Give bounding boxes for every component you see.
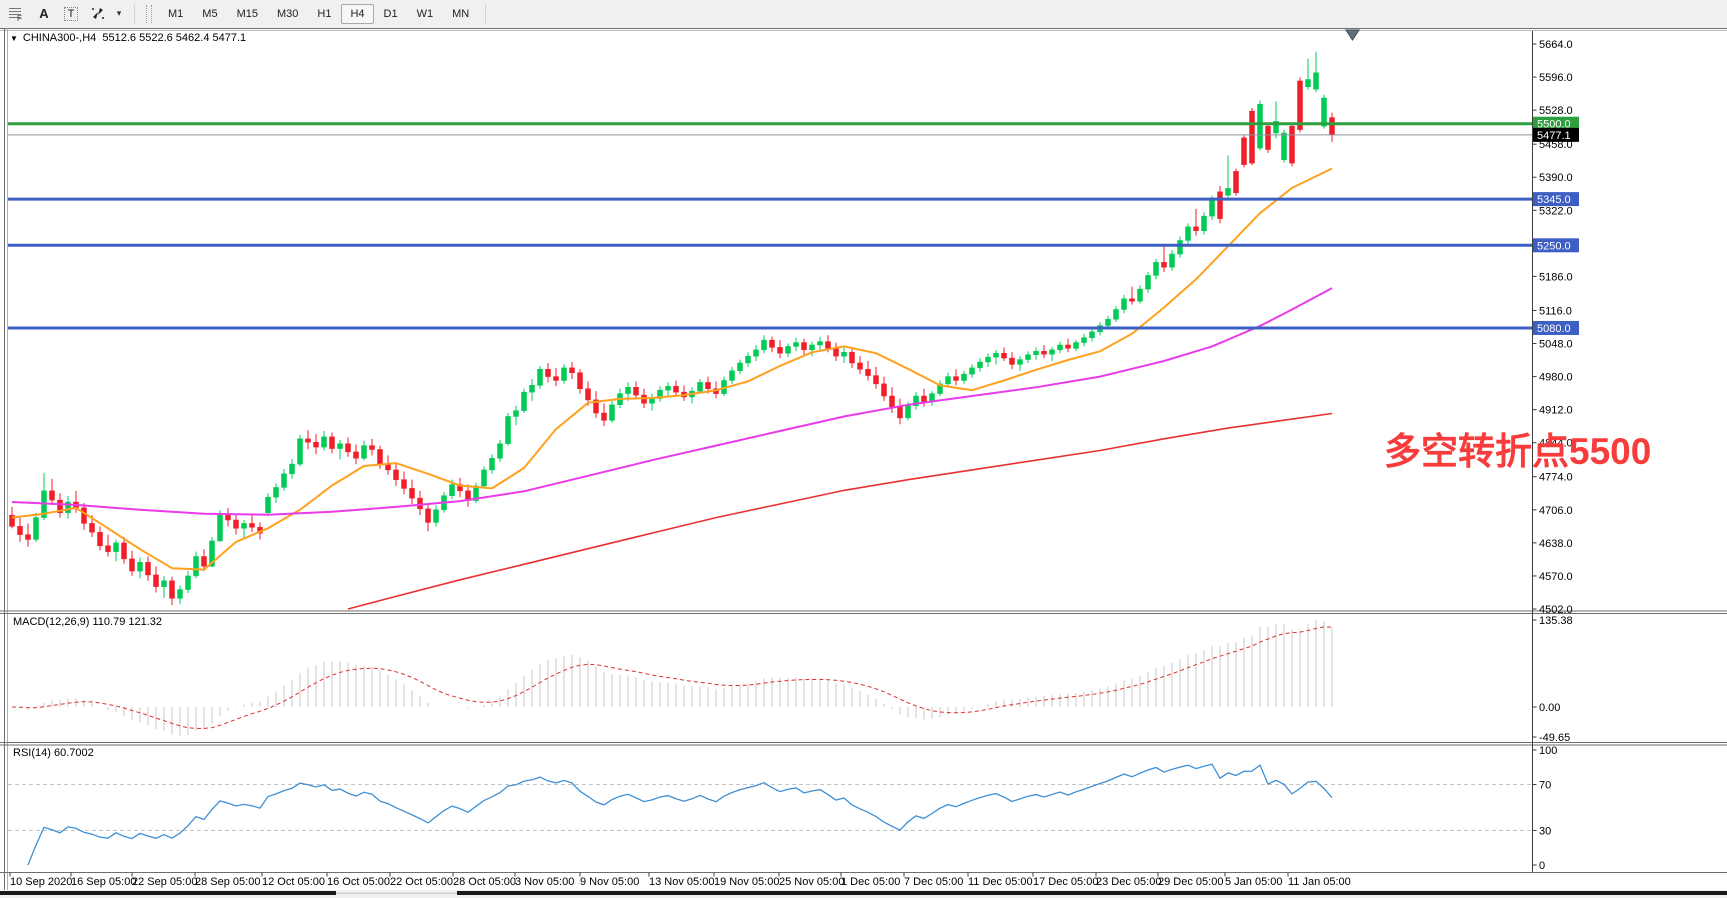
price-tick-label: 4706.0: [1539, 505, 1573, 517]
arrow-objects-dropdown[interactable]: ▾: [113, 2, 127, 25]
timeframe-m30[interactable]: M30: [268, 4, 307, 24]
timeframe-h4[interactable]: H4: [341, 4, 373, 24]
timeframe-d1[interactable]: D1: [375, 4, 407, 24]
chart-symbol-period: CHINA300-,H4: [23, 32, 96, 44]
toolbar: F A T ▾ M1M5M15M30H1H4D1W1MN: [0, 0, 1727, 27]
price-tick-label: 5664.0: [1539, 39, 1573, 51]
time-axis-label: 22 Sep 05:00: [132, 876, 197, 888]
chart-title: ▼ CHINA300-,H4 5512.6 5522.6 5462.4 5477.…: [10, 32, 246, 44]
time-axis-label: 22 Oct 05:00: [390, 876, 453, 888]
time-axis-label: 16 Oct 05:00: [327, 876, 390, 888]
rsi-axis-label: 30: [1539, 826, 1551, 838]
macd-axis-label: 0.00: [1539, 702, 1560, 714]
annotation-text: 多空转折点5500: [1384, 421, 1651, 475]
time-axis-label: 19 Nov 05:00: [714, 876, 779, 888]
time-axis-label: 11 Dec 05:00: [968, 876, 1033, 888]
time-axis-label: 11 Jan 05:00: [1288, 876, 1351, 888]
price-tick-label: 5116.0: [1539, 305, 1572, 317]
price-tick-label: 4638.0: [1539, 538, 1573, 550]
timeframe-w1[interactable]: W1: [408, 4, 443, 24]
timeframe-m15[interactable]: M15: [228, 4, 267, 24]
chart-ohlc-values: 5512.6 5522.6 5462.4 5477.1: [102, 32, 246, 44]
time-axis-label: 29 Dec 05:00: [1158, 876, 1223, 888]
macd-values: 110.79 121.32: [92, 616, 162, 628]
toolbar-separator: [134, 4, 135, 24]
time-axis-label: 12 Oct 05:00: [262, 876, 325, 888]
time-axis-label: 28 Oct 05:00: [453, 876, 516, 888]
time-axis-label: 1 Dec 05:00: [841, 876, 900, 888]
price-tick-label: 4570.0: [1539, 571, 1573, 583]
timeframe-m1[interactable]: M1: [159, 4, 192, 24]
chart-dropdown-icon[interactable]: ▼: [10, 34, 18, 43]
text-label-button[interactable]: A: [32, 2, 56, 25]
template-grid-icon: F: [8, 6, 26, 22]
time-axis-label: 7 Dec 05:00: [904, 876, 963, 888]
price-tick-label: 5048.0: [1539, 339, 1573, 351]
time-axis-label: 5 Jan 05:00: [1225, 876, 1283, 888]
timeframe-m5[interactable]: M5: [193, 4, 226, 24]
rsi-axis-label: 0: [1539, 860, 1545, 872]
rsi-axis-label: 70: [1539, 780, 1551, 792]
time-axis-label: 25 Nov 05:00: [779, 876, 844, 888]
price-tick-label: 5390.0: [1539, 172, 1573, 184]
price-tick-label: 5528.0: [1539, 105, 1573, 117]
rsi-value: 60.7002: [54, 747, 94, 759]
time-axis-label: 17 Dec 05:00: [1033, 876, 1098, 888]
letter-a-icon: A: [39, 6, 48, 21]
macd-axis-label: 135.38: [1539, 615, 1573, 627]
price-tick-label: 5596.0: [1539, 72, 1573, 84]
svg-text:5080.0: 5080.0: [1537, 323, 1571, 335]
letter-t-icon: T: [64, 7, 79, 21]
time-axis-label: 9 Nov 05:00: [580, 876, 639, 888]
price-tick-label: 4912.0: [1539, 405, 1573, 417]
rsi-indicator-label: RSI(14) 60.7002: [13, 747, 94, 759]
arrow-objects-button[interactable]: [86, 2, 110, 25]
price-tick-label: 5322.0: [1539, 205, 1573, 217]
template-profile-button[interactable]: F: [5, 2, 29, 25]
rsi-axis-label: 100: [1539, 745, 1557, 757]
svg-text:5477.1: 5477.1: [1537, 130, 1571, 142]
svg-text:5250.0: 5250.0: [1537, 240, 1571, 252]
svg-text:5345.0: 5345.0: [1537, 194, 1571, 206]
timeframe-mn[interactable]: MN: [443, 4, 478, 24]
chevron-down-icon: ▾: [117, 8, 122, 19]
text-box-button[interactable]: T: [59, 2, 83, 25]
svg-text:F: F: [17, 14, 22, 22]
time-axis-label: 3 Nov 05:00: [515, 876, 574, 888]
timeframe-h1[interactable]: H1: [308, 4, 340, 24]
price-tick-label: 4980.0: [1539, 372, 1573, 384]
time-axis-label: 13 Nov 05:00: [649, 876, 714, 888]
time-axis-label: 23 Dec 05:00: [1096, 876, 1161, 888]
macd-indicator-label: MACD(12,26,9) 110.79 121.32: [13, 616, 162, 628]
time-axis-label: 16 Sep 05:00: [71, 876, 136, 888]
time-axis-label: 28 Sep 05:00: [195, 876, 260, 888]
bottom-window-edge: [0, 891, 1727, 895]
toolbar-drag-handle[interactable]: [146, 5, 152, 23]
price-tick-label: 5186.0: [1539, 271, 1573, 283]
toolbar-separator: [485, 4, 486, 24]
macd-axis-label: -49.65: [1539, 732, 1570, 744]
time-axis-label: 10 Sep 2020: [10, 876, 72, 888]
arrows-icon: [90, 6, 106, 21]
timeframe-group: M1M5M15M30H1H4D1W1MN: [159, 4, 478, 24]
